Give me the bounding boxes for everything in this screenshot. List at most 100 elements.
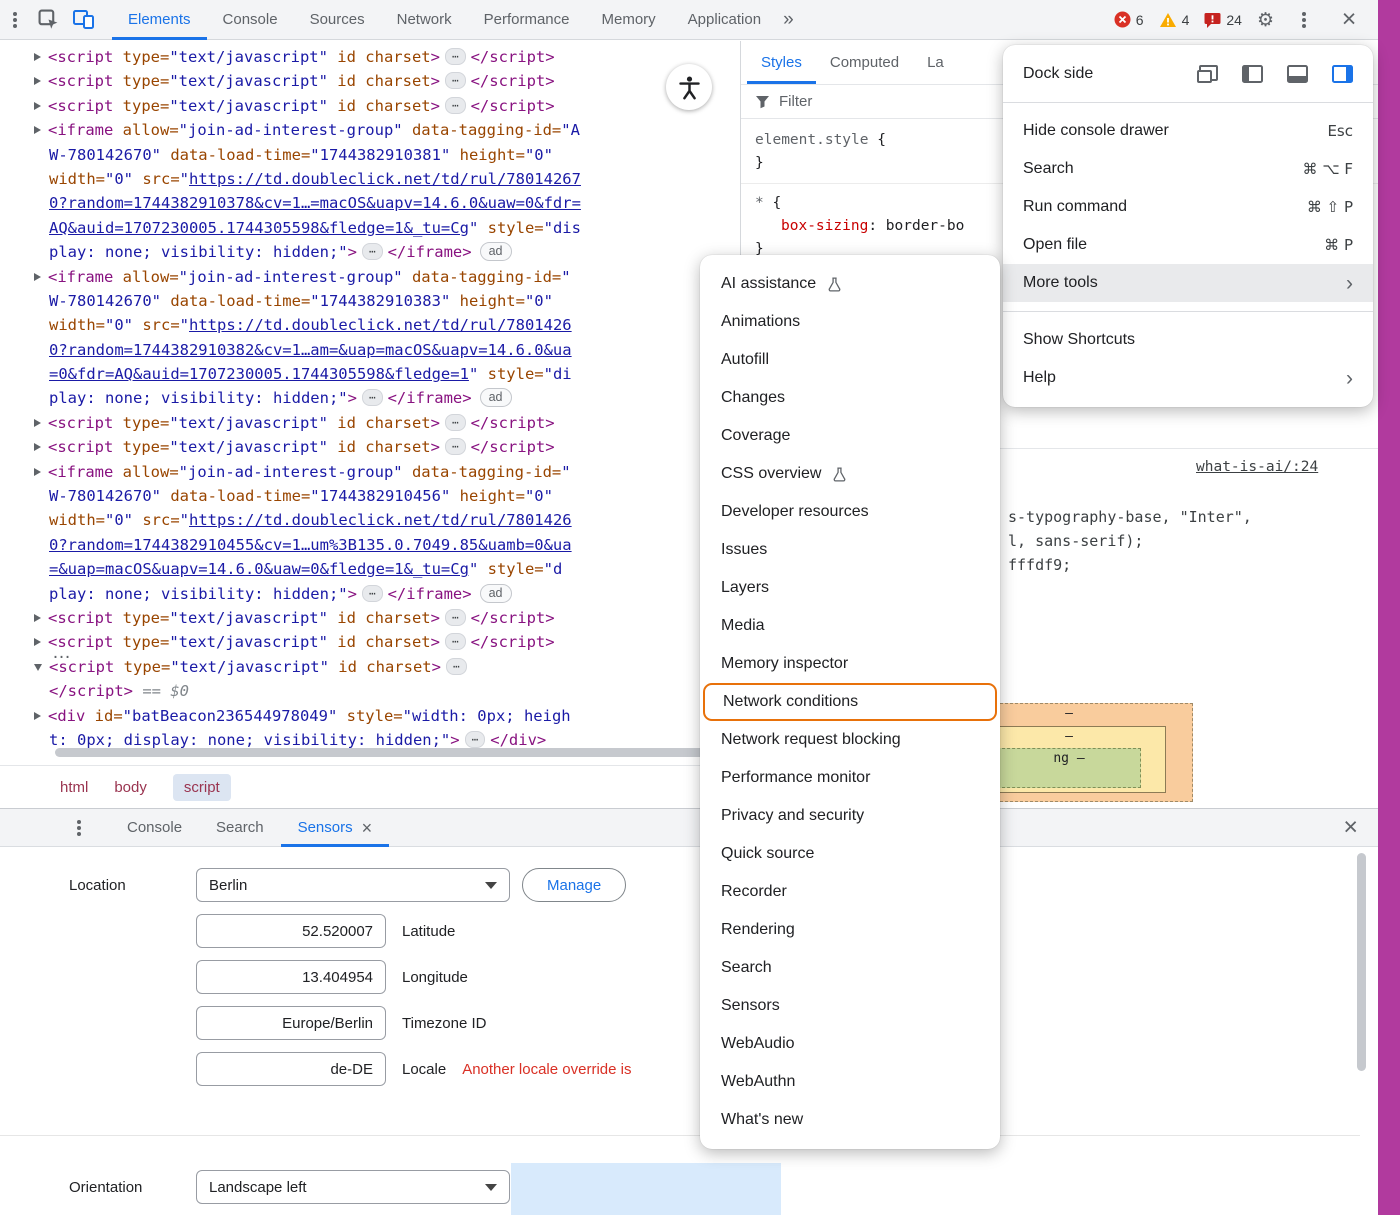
menu-item-performance-monitor[interactable]: Performance monitor bbox=[700, 759, 1000, 797]
code-line[interactable]: width="0" src="https://td.doubleclick.ne… bbox=[34, 508, 740, 532]
code-line[interactable]: <iframe allow="join-ad-interest-group" d… bbox=[34, 118, 740, 142]
tree-arrow-icon[interactable] bbox=[34, 467, 41, 476]
expand-ellipsis-button[interactable]: ⋯ bbox=[444, 608, 466, 626]
device-toolbar-icon[interactable] bbox=[66, 4, 102, 36]
close-tab-icon[interactable]: × bbox=[362, 819, 373, 837]
error-badge[interactable]: 6 bbox=[1114, 11, 1144, 28]
menu-item-ai-assistance[interactable]: AI assistance bbox=[700, 265, 1000, 303]
code-line[interactable]: <script type="text/javascript" id charse… bbox=[34, 435, 740, 459]
drawer-tab-console[interactable]: Console bbox=[110, 809, 199, 847]
close-drawer-icon[interactable]: × bbox=[1343, 815, 1358, 840]
orientation-preview[interactable] bbox=[511, 1163, 781, 1215]
tab-la[interactable]: La bbox=[913, 41, 958, 84]
code-line[interactable]: W-780142670" data-load-time="17443829104… bbox=[34, 484, 740, 508]
tree-arrow-icon[interactable] bbox=[34, 443, 41, 452]
code-line[interactable]: <script type="text/javascript" id charse… bbox=[34, 606, 740, 630]
code-line[interactable]: </script> == $0 bbox=[34, 679, 740, 703]
drawer-tab-sensors[interactable]: Sensors × bbox=[280, 809, 390, 847]
code-line[interactable]: W-780142670" data-load-time="17443829103… bbox=[34, 143, 740, 167]
menu-item-what-s-new[interactable]: What's new bbox=[700, 1101, 1000, 1139]
expand-ellipsis-button[interactable]: ⋯ bbox=[464, 730, 486, 748]
menu-item-changes[interactable]: Changes bbox=[700, 379, 1000, 417]
tab-memory[interactable]: Memory bbox=[586, 0, 672, 40]
code-line[interactable]: <iframe allow="join-ad-interest-group" d… bbox=[34, 265, 740, 289]
code-line[interactable]: <script type="text/javascript" id charse… bbox=[34, 45, 740, 69]
field-timezone-id[interactable]: Europe/Berlin bbox=[196, 1006, 386, 1040]
inspect-icon[interactable] bbox=[30, 4, 66, 36]
code-line[interactable]: 0?random=1744382910378&cv=1…=macOS&uapv=… bbox=[34, 191, 740, 215]
menu-item-issues[interactable]: Issues bbox=[700, 531, 1000, 569]
menu-item-help[interactable]: Help › bbox=[1003, 359, 1373, 397]
code-line[interactable]: width="0" src="https://td.doubleclick.ne… bbox=[34, 167, 740, 191]
location-select[interactable]: Berlin bbox=[196, 868, 510, 902]
menu-item-webaudio[interactable]: WebAudio bbox=[700, 1025, 1000, 1063]
code-line[interactable]: 0?random=1744382910455&cv=1…um%3B135.0.7… bbox=[34, 533, 740, 557]
code-line[interactable]: <iframe allow="join-ad-interest-group" d… bbox=[34, 460, 740, 484]
customize-kebab-icon[interactable] bbox=[1289, 5, 1319, 35]
expand-ellipsis-button[interactable]: ⋯ bbox=[444, 96, 466, 114]
breadcrumb-item-html[interactable]: html bbox=[60, 779, 88, 796]
code-line[interactable]: <script type="text/javascript" id charse… bbox=[34, 655, 740, 679]
tree-arrow-icon[interactable] bbox=[34, 663, 42, 671]
menu-item-privacy-and-security[interactable]: Privacy and security bbox=[700, 797, 1000, 835]
expand-ellipsis-button[interactable]: ⋯ bbox=[444, 438, 466, 456]
expand-ellipsis-button[interactable]: ⋯ bbox=[361, 243, 383, 261]
menu-item-autofill[interactable]: Autofill bbox=[700, 341, 1000, 379]
tree-arrow-icon[interactable] bbox=[34, 272, 41, 281]
breadcrumb-item-script[interactable]: script bbox=[172, 773, 231, 801]
menu-item-network-conditions[interactable]: Network conditions bbox=[703, 683, 997, 721]
code-line[interactable]: =&uap=macOS&uapv=14.6.0&uaw=0&fledge=1&_… bbox=[34, 557, 740, 581]
tab-sources[interactable]: Sources bbox=[294, 0, 381, 40]
code-line[interactable]: <script type="text/javascript" id charse… bbox=[34, 69, 740, 93]
tab-styles[interactable]: Styles bbox=[747, 41, 816, 84]
drawer-tab-search[interactable]: Search bbox=[199, 809, 281, 847]
tab-console[interactable]: Console bbox=[207, 0, 294, 40]
code-line[interactable]: =0&fdr=AQ&auid=1707230005.1744305598&fle… bbox=[34, 362, 740, 386]
menu-item-hide-console-drawer[interactable]: Hide console drawer Esc bbox=[1003, 112, 1373, 150]
menu-item-developer-resources[interactable]: Developer resources bbox=[700, 493, 1000, 531]
field-latitude[interactable]: 52.520007 bbox=[196, 914, 386, 948]
menu-item-coverage[interactable]: Coverage bbox=[700, 417, 1000, 455]
settings-gear-icon[interactable]: ⚙ bbox=[1257, 9, 1274, 31]
expand-ellipsis-button[interactable]: ⋯ bbox=[444, 633, 466, 651]
expand-ellipsis-button[interactable]: ⋯ bbox=[444, 413, 466, 431]
drawer-scrollbar[interactable] bbox=[1357, 853, 1366, 1071]
close-devtools-icon[interactable]: × bbox=[1334, 7, 1364, 32]
menu-item-webauthn[interactable]: WebAuthn bbox=[700, 1063, 1000, 1101]
code-line[interactable]: play: none; visibility: hidden;"> ⋯ </ifra… bbox=[34, 582, 740, 606]
dock-right-icon[interactable] bbox=[1332, 65, 1353, 83]
menu-item-memory-inspector[interactable]: Memory inspector bbox=[700, 645, 1000, 683]
code-line[interactable]: play: none; visibility: hidden;"> ⋯ </ifra… bbox=[34, 240, 740, 264]
code-line[interactable]: play: none; visibility: hidden;"> ⋯ </ifra… bbox=[34, 386, 740, 410]
code-line[interactable]: AQ&auid=1707230005.1744305598&fledge=1&_… bbox=[34, 216, 740, 240]
expand-ellipsis-button[interactable]: ⋯ bbox=[444, 72, 466, 90]
code-line[interactable]: W-780142670" data-load-time="17443829103… bbox=[34, 289, 740, 313]
breadcrumb-item-body[interactable]: body bbox=[114, 779, 147, 796]
menu-item-quick-source[interactable]: Quick source bbox=[700, 835, 1000, 873]
tree-arrow-icon[interactable] bbox=[34, 101, 41, 110]
tree-arrow-icon[interactable] bbox=[34, 126, 41, 135]
tree-arrow-icon[interactable] bbox=[34, 418, 41, 427]
undock-icon[interactable] bbox=[1197, 65, 1218, 83]
dock-bottom-icon[interactable] bbox=[1287, 65, 1308, 83]
expand-ellipsis-button[interactable]: ⋯ bbox=[445, 657, 467, 675]
manage-button[interactable]: Manage bbox=[522, 868, 627, 902]
main-kebab-icon[interactable] bbox=[0, 5, 30, 35]
tab-computed[interactable]: Computed bbox=[816, 41, 913, 84]
menu-item-recorder[interactable]: Recorder bbox=[700, 873, 1000, 911]
tree-arrow-icon[interactable] bbox=[34, 711, 41, 720]
dock-left-icon[interactable] bbox=[1242, 65, 1263, 83]
tree-arrow-icon[interactable] bbox=[34, 77, 41, 86]
tree-arrow-icon[interactable] bbox=[34, 613, 41, 622]
horizontal-scrollbar[interactable] bbox=[55, 748, 731, 757]
menu-item-network-request-blocking[interactable]: Network request blocking bbox=[700, 721, 1000, 759]
menu-item-show-shortcuts[interactable]: Show Shortcuts bbox=[1003, 321, 1373, 359]
issues-badge[interactable]: 24 bbox=[1204, 12, 1242, 28]
accessibility-button[interactable] bbox=[666, 64, 712, 110]
menu-item-layers[interactable]: Layers bbox=[700, 569, 1000, 607]
warning-badge[interactable]: 4 bbox=[1159, 12, 1189, 28]
expand-ellipsis-button[interactable]: ⋯ bbox=[361, 389, 383, 407]
code-line[interactable]: <script type="text/javascript" id charse… bbox=[34, 411, 740, 435]
menu-item-run-command[interactable]: Run command ⌘ ⇧ P bbox=[1003, 188, 1373, 226]
tree-arrow-icon[interactable] bbox=[34, 638, 41, 647]
